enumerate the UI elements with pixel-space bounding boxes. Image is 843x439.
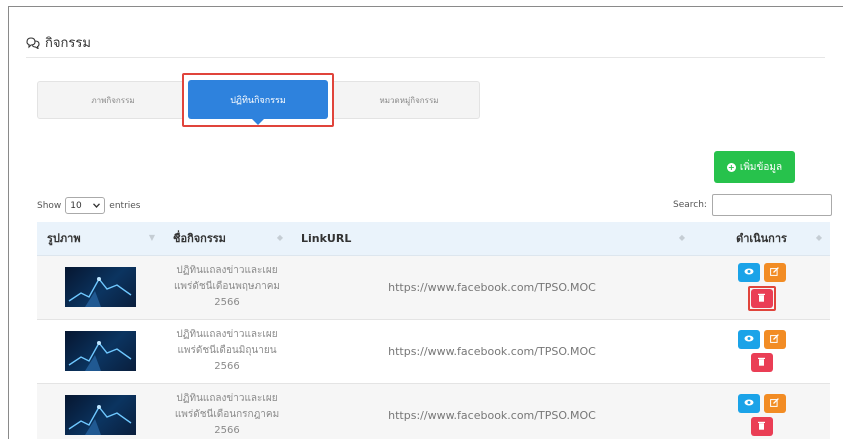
page-title-text: กิจกรรม	[45, 36, 91, 51]
activity-name: ปฏิทินแถลงข่าวและเผยแพร่ดัชนีเดือนพฤษภาค…	[173, 265, 280, 308]
eye-icon	[744, 267, 754, 278]
view-button[interactable]	[737, 263, 760, 282]
header-link-url[interactable]: LinkURL ◆	[291, 222, 693, 256]
search-input[interactable]	[711, 194, 832, 216]
add-data-label: เพิ่มข้อมูล	[739, 161, 783, 173]
trash-icon	[758, 293, 765, 305]
header-activity-name[interactable]: ชื่อกิจกรรม ◆	[163, 222, 291, 256]
chat-bubbles-icon	[26, 36, 40, 49]
table-row: ปฏิทินแถลงข่าวและเผยแพร่ดัชนีเดือนกรกฎาค…	[37, 383, 830, 439]
header-image[interactable]: รูปภาพ ▼	[37, 222, 163, 256]
delete-button[interactable]	[750, 417, 773, 436]
activity-link[interactable]: https://www.facebook.com/TPSO.MOC	[291, 345, 693, 358]
search-control: Search:	[673, 194, 832, 216]
delete-button[interactable]	[750, 353, 773, 372]
page-title: กิจกรรม	[26, 32, 91, 53]
view-button[interactable]	[737, 394, 760, 413]
activity-thumbnail	[64, 267, 136, 307]
header-link-label: LinkURL	[301, 231, 352, 245]
activity-thumbnail	[64, 331, 136, 371]
tab-activity-categories[interactable]: หมวดหมู่กิจกรรม	[338, 82, 480, 118]
view-button[interactable]	[737, 330, 760, 349]
tab-activity-calendar[interactable]: ปฏิทินกิจกรรม	[188, 80, 328, 125]
table-header-row: รูปภาพ ▼ ชื่อกิจกรรม ◆ LinkURL ◆ ดำเนินก…	[37, 222, 830, 256]
edit-icon	[770, 266, 779, 279]
activities-table: รูปภาพ ▼ ชื่อกิจกรรม ◆ LinkURL ◆ ดำเนินก…	[37, 222, 830, 439]
activity-name: ปฏิทินแถลงข่าวและเผยแพร่ดัชนีเดือนมิถุนา…	[176, 329, 278, 372]
sort-icon: ◆	[815, 233, 822, 242]
header-name-label: ชื่อกิจกรรม	[173, 232, 226, 246]
tab-activity-images[interactable]: ภาพกิจกรรม	[38, 82, 188, 118]
edit-button[interactable]	[763, 263, 786, 282]
delete-button[interactable]	[750, 289, 773, 308]
entries-select-value: 10	[70, 200, 82, 211]
content-panel: กิจกรรม ภาพกิจกรรม หมวดหมู่กิจกรรม ปฏิทิ…	[8, 6, 843, 439]
header-image-label: รูปภาพ	[47, 232, 81, 246]
chevron-down-icon	[93, 201, 101, 211]
entries-length-control: Show 10 entries	[37, 197, 141, 214]
add-data-button[interactable]: + เพิ่มข้อมูล	[714, 151, 795, 183]
search-label: Search:	[673, 200, 707, 210]
tab-highlight-box: ปฏิทินกิจกรรม	[182, 73, 334, 127]
length-suffix: entries	[109, 200, 141, 211]
activity-thumbnail	[64, 395, 136, 435]
eye-icon	[744, 334, 754, 345]
table-row: ปฏิทินแถลงข่าวและเผยแพร่ดัชนีเดือนมิถุนา…	[37, 319, 830, 384]
activity-name: ปฏิทินแถลงข่าวและเผยแพร่ดัชนีเดือนกรกฎาค…	[174, 393, 280, 436]
sort-icon: ◆	[276, 233, 283, 242]
row-actions	[693, 394, 830, 436]
eye-icon	[744, 398, 754, 409]
activity-link[interactable]: https://www.facebook.com/TPSO.MOC	[291, 409, 693, 422]
row-actions	[693, 330, 830, 372]
row-actions	[693, 263, 830, 311]
header-actions-label: ดำเนินการ	[736, 232, 787, 246]
table-row: ปฏิทินแถลงข่าวและเผยแพร่ดัชนีเดือนพฤษภาค…	[37, 255, 830, 320]
header-actions[interactable]: ดำเนินการ ◆	[693, 222, 830, 256]
edit-icon	[770, 333, 779, 346]
edit-icon	[770, 397, 779, 410]
title-divider	[26, 57, 825, 58]
sort-icon: ◆	[678, 233, 685, 242]
entries-select[interactable]: 10	[65, 197, 106, 214]
delete-highlight-box	[747, 286, 776, 311]
length-prefix: Show	[37, 200, 62, 211]
trash-icon	[758, 421, 765, 433]
plus-circle-icon: +	[726, 162, 736, 172]
sort-desc-icon: ▼	[148, 233, 155, 242]
edit-button[interactable]	[763, 330, 786, 349]
activity-link[interactable]: https://www.facebook.com/TPSO.MOC	[291, 281, 693, 294]
trash-icon	[758, 357, 765, 369]
edit-button[interactable]	[763, 394, 786, 413]
